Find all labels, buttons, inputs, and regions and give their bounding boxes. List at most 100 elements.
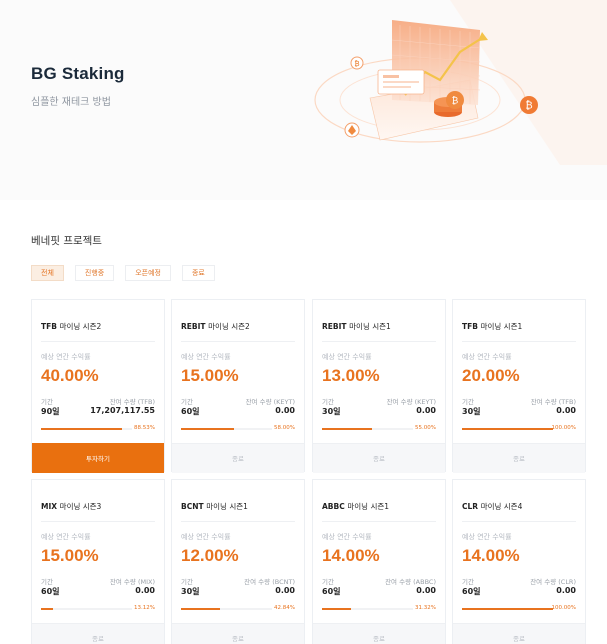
progress-bar — [41, 428, 132, 430]
ended-button[interactable]: 종료 — [172, 623, 304, 644]
period-label: 기간 — [41, 578, 53, 586]
svg-text:₿: ₿ — [452, 96, 459, 107]
rate-label: 예상 연간 수익률 — [181, 353, 231, 361]
ended-button[interactable]: 종료 — [32, 623, 164, 644]
divider — [462, 341, 576, 342]
ended-button[interactable]: 종료 — [313, 623, 445, 644]
progress-bar — [181, 428, 272, 430]
tab-in-progress[interactable]: 진행중 — [74, 265, 115, 281]
remain-label: 잔여 수량 (MIX) — [109, 578, 155, 586]
annual-rate: 40.00% — [41, 366, 99, 385]
progress-fill — [41, 608, 53, 610]
remain-value: 0.00 — [556, 406, 576, 415]
card-title: BCNT 마이닝 시즌1 — [181, 501, 248, 512]
token-symbol: REBIT — [322, 322, 347, 331]
tab-all[interactable]: 전체 — [31, 265, 64, 281]
page: BG Staking 심플한 재테크 방법 ₿ ₿ ₿ 베네핏 프로젝트 전체 … — [0, 0, 607, 644]
project-card: REBIT 마이닝 시즌1 예상 연간 수익률 13.00% 기간 잔여 수량 (KEY… — [312, 299, 446, 473]
ended-button[interactable]: 종료 — [313, 443, 445, 473]
token-symbol: BCNT — [181, 502, 204, 511]
progress-fill — [41, 428, 122, 430]
annual-rate: 20.00% — [462, 366, 520, 385]
token-symbol: MIX — [41, 502, 58, 511]
remain-label: 잔여 수량 (TFB) — [530, 398, 576, 406]
period-label: 기간 — [322, 578, 334, 586]
remain-label: 잔여 수량 (ABBC) — [385, 578, 436, 586]
progress-bar — [322, 608, 413, 610]
rate-label: 예상 연간 수익률 — [322, 533, 372, 541]
remain-value: 0.00 — [556, 586, 576, 595]
progress-fill — [462, 608, 553, 610]
svg-text:₿: ₿ — [525, 100, 532, 112]
progress-percent: 100.00% — [551, 425, 576, 431]
remain-value: 0.00 — [135, 586, 155, 595]
svg-text:₿: ₿ — [354, 60, 359, 68]
card-title: ABBC 마이닝 시즌1 — [322, 501, 389, 512]
remain-label: 잔여 수량 (CLR) — [530, 578, 576, 586]
period-value: 60일 — [41, 587, 60, 596]
ended-button[interactable]: 종료 — [172, 443, 304, 473]
rate-label: 예상 연간 수익률 — [181, 533, 231, 541]
token-symbol: REBIT — [181, 322, 206, 331]
annual-rate: 13.00% — [322, 366, 380, 385]
season-name: 마이닝 시즌1 — [480, 322, 523, 331]
progress-bar — [462, 428, 553, 430]
progress-fill — [462, 428, 553, 430]
tab-ended[interactable]: 종료 — [181, 265, 215, 281]
progress-fill — [322, 608, 351, 610]
remain-value: 0.00 — [275, 586, 295, 595]
progress-percent: 42.84% — [274, 605, 295, 611]
ended-button[interactable]: 종료 — [453, 443, 585, 473]
page-title: BG Staking — [31, 64, 125, 83]
progress-bar — [41, 608, 132, 610]
tab-upcoming[interactable]: 오픈예정 — [125, 265, 171, 281]
season-name: 마이닝 시즌4 — [480, 502, 523, 511]
remain-value: 0.00 — [416, 586, 436, 595]
period-label: 기간 — [41, 398, 53, 406]
period-label: 기간 — [181, 578, 193, 586]
card-title: CLR 마이닝 시즌4 — [462, 501, 522, 512]
divider — [462, 521, 576, 522]
progress-percent: 88.53% — [134, 425, 155, 431]
remain-value: 0.00 — [416, 406, 436, 415]
card-title: REBIT 마이닝 시즌1 — [322, 321, 391, 332]
progress-bar — [181, 608, 272, 610]
divider — [41, 341, 155, 342]
progress-bar — [322, 428, 413, 430]
progress-fill — [322, 428, 373, 430]
project-card: ABBC 마이닝 시즌1 예상 연간 수익률 14.00% 기간 잔여 수량 (ABBC… — [312, 479, 446, 644]
project-card: BCNT 마이닝 시즌1 예상 연간 수익률 12.00% 기간 잔여 수량 (BCNT… — [171, 479, 305, 644]
remain-label: 잔여 수량 (KEYT) — [245, 398, 295, 406]
annual-rate: 14.00% — [322, 546, 380, 565]
divider — [322, 341, 436, 342]
period-value: 30일 — [462, 407, 481, 416]
token-symbol: CLR — [462, 502, 479, 511]
remain-value: 17,207,117.55 — [90, 406, 155, 415]
rate-label: 예상 연간 수익률 — [462, 353, 512, 361]
remain-value: 0.00 — [275, 406, 295, 415]
progress-fill — [181, 608, 220, 610]
card-title: MIX 마이닝 시즌3 — [41, 501, 101, 512]
divider — [322, 521, 436, 522]
progress-percent: 31.32% — [415, 605, 436, 611]
season-name: 마이닝 시즌1 — [347, 502, 390, 511]
period-value: 60일 — [181, 407, 200, 416]
period-label: 기간 — [322, 398, 334, 406]
progress-percent: 55.00% — [415, 425, 436, 431]
project-card: CLR 마이닝 시즌4 예상 연간 수익률 14.00% 기간 잔여 수량 (CLR) 6… — [452, 479, 586, 644]
season-name: 마이닝 시즌2 — [59, 322, 102, 331]
progress-bar — [462, 608, 553, 610]
divider — [41, 521, 155, 522]
project-card: TFB 마이닝 시즌2 예상 연간 수익률 40.00% 기간 잔여 수량 (TFB) 9… — [31, 299, 165, 473]
page-subtitle: 심플한 재테크 방법 — [31, 97, 111, 108]
remain-label: 잔여 수량 (TFB) — [109, 398, 155, 406]
annual-rate: 14.00% — [462, 546, 520, 565]
divider — [181, 341, 295, 342]
token-symbol: TFB — [462, 322, 478, 331]
season-name: 마이닝 시즌1 — [206, 502, 248, 511]
invest-button[interactable]: 투자하기 — [32, 443, 164, 473]
card-title: TFB 마이닝 시즌1 — [462, 321, 522, 332]
ended-button[interactable]: 종료 — [453, 623, 585, 644]
period-label: 기간 — [462, 578, 474, 586]
remain-label: 잔여 수량 (BCNT) — [244, 578, 295, 586]
